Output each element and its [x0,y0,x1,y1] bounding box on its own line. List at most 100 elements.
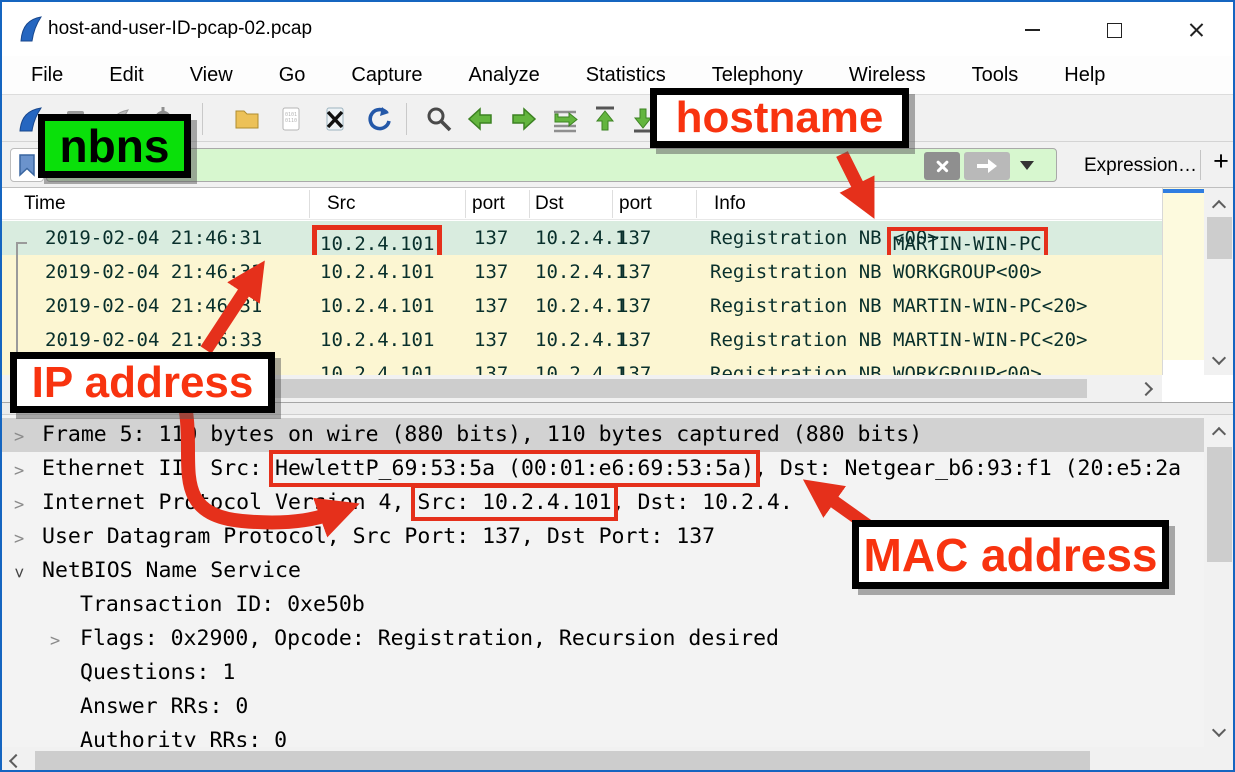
reload-file-icon [364,104,394,134]
menu-item-file[interactable]: File [8,60,86,91]
bookmark-icon [17,153,37,177]
column-header-dst[interactable]: Dst [535,193,564,215]
menu-item-statistics[interactable]: Statistics [563,60,689,91]
filter-separator [1200,150,1201,180]
detail-scroll-up-icon[interactable] [1205,421,1233,447]
detail-text: Transaction ID: 0xe50b [80,592,365,617]
add-filter-button[interactable]: + [1208,146,1234,177]
packet-row[interactable]: 2019-02-04 21:46:3110.2.4.10113710.2.4.1… [2,255,1162,289]
collapse-chevron-icon[interactable]: > [9,568,29,578]
detail-text: Flags: 0x2900, Opcode: Registration, Rec… [80,626,779,651]
detail-row[interactable]: >Internet Protocol Version 4, Src: 10.2.… [2,486,1204,520]
detail-row[interactable]: Transaction ID: 0xe50b [2,588,1204,622]
cell-info: Registration NB MARTIN-WIN-PC<20> [710,329,1088,351]
find-packet-icon [424,104,454,134]
detail-vscrollbar[interactable] [1204,415,1235,747]
minimize-icon [1025,29,1040,31]
detail-scroll-down-icon[interactable] [1205,717,1233,743]
column-header-info[interactable]: Info [714,193,746,215]
detail-text: Ethernet II, Src: HewlettP_69:53:5a (00:… [42,456,1181,481]
save-file-button[interactable]: 01010110 [274,102,308,136]
cell-src-port: 137 [474,227,508,249]
reload-file-button[interactable] [362,102,396,136]
expand-chevron-icon[interactable]: > [50,631,60,651]
detail-row[interactable]: Questions: 1 [2,656,1204,690]
maximize-button[interactable] [1089,14,1139,46]
scroll-right-arrow-icon[interactable] [1132,376,1160,402]
detail-scroll-left-icon[interactable] [2,748,30,772]
close-button[interactable] [1171,14,1221,46]
red-highlight-box: Src: 10.2.4.101 [417,490,611,515]
red-highlight-box: HewlettP_69:53:5a (00:01:e6:69:53:5a) [275,456,754,481]
red-highlight-box: 10.2.4.101 [320,233,434,255]
annotation-hostname-label: hostname [650,88,909,148]
column-header-src[interactable]: Src [327,193,356,215]
find-packet-button[interactable] [422,102,456,136]
clear-filter-icon [935,159,950,174]
menu-item-go[interactable]: Go [256,60,329,91]
scroll-down-arrow-icon[interactable] [1205,345,1233,371]
maximize-icon [1107,23,1122,38]
open-file-button[interactable] [230,102,264,136]
packet-list-vscrollbar[interactable] [1204,188,1235,375]
svg-text:0110: 0110 [285,118,297,124]
apply-filter-arrow-icon [976,158,998,174]
detail-row[interactable]: > Ethernet II, Src: HewlettP_69:53:5a (00… [2,452,1204,486]
cell-src: 10.2.4.101 [320,261,434,283]
cell-src-port: 137 [474,261,508,283]
detail-row[interactable]: Answer RRs: 0 [2,690,1204,724]
cell-dst-port: 137 [617,295,651,317]
filter-dropdown-caret[interactable] [1020,161,1034,170]
detail-row[interactable]: Authority RRs: 0 [2,724,1204,747]
cell-info: Registration NB MARTIN-WIN-PC<00> [710,227,939,249]
cell-src: 10.2.4.101 [320,295,434,317]
apply-filter-button[interactable] [964,152,1010,180]
packet-list-vscrollbar-thumb[interactable] [1207,217,1232,259]
expand-chevron-icon[interactable]: > [14,461,24,481]
detail-row[interactable]: > Flags: 0x2900, Opcode: Registration, Re… [2,622,1204,656]
detail-text: NetBIOS Name Service [42,558,301,583]
menu-item-capture[interactable]: Capture [328,60,445,91]
detail-text: Answer RRs: 0 [80,694,248,719]
column-header-sport[interactable]: port [472,193,505,215]
go-to-top-button[interactable] [588,102,622,136]
menu-item-telephony[interactable]: Telephony [689,60,826,91]
go-to-packet-button[interactable] [548,102,582,136]
packet-row[interactable]: 2019-02-04 21:46:3110.2.4.10113710.2.4.1… [2,221,1162,255]
open-file-icon [232,104,262,134]
menu-item-edit[interactable]: Edit [86,60,166,91]
clear-filter-button[interactable] [924,152,960,180]
detail-row[interactable]: > Frame 5: 110 bytes on wire (880 bits), … [2,418,1204,452]
cell-time: 2019-02-04 21:46:31 [45,227,262,249]
packet-row[interactable]: 2019-02-04 21:46:3110.2.4.10113710.2.4.1… [2,289,1162,323]
detail-text: Frame 5: 110 bytes on wire (880 bits), 1… [42,422,922,447]
close-icon [1188,22,1205,39]
menu-item-analyze[interactable]: Analyze [446,60,563,91]
expression-button[interactable]: Expression… [1084,155,1197,177]
wireshark-logo-icon [18,15,44,43]
menu-item-wireless[interactable]: Wireless [826,60,949,91]
menu-bar: FileEditViewGoCaptureAnalyzeStatisticsTe… [2,56,1233,94]
expand-chevron-icon[interactable]: > [14,427,24,447]
column-header-dport[interactable]: port [619,193,652,215]
detail-vscrollbar-thumb[interactable] [1207,447,1232,562]
menu-item-view[interactable]: View [167,60,256,91]
go-to-packet-icon [550,104,580,134]
go-back-button[interactable] [464,102,498,136]
minimize-button[interactable] [1007,14,1057,46]
detail-text: Questions: 1 [80,660,235,685]
intelligent-scrollbar-minimap[interactable] [1162,188,1204,375]
detail-hscrollbar-thumb[interactable] [35,751,1090,770]
detail-text: User Datagram Protocol, Src Port: 137, D… [42,524,715,549]
column-header-time[interactable]: Time [24,193,66,215]
expand-chevron-icon[interactable]: > [14,529,24,549]
menu-item-help[interactable]: Help [1041,60,1128,91]
display-filter-field[interactable] [46,148,1057,182]
annotation-nbns-label: nbns [38,114,191,178]
menu-item-tools[interactable]: Tools [949,60,1042,91]
expand-chevron-icon[interactable]: > [14,495,24,515]
detail-hscrollbar[interactable] [2,747,1235,772]
cell-dst-port: 137 [617,329,651,351]
go-forward-button[interactable] [506,102,540,136]
close-file-button[interactable] [318,102,352,136]
